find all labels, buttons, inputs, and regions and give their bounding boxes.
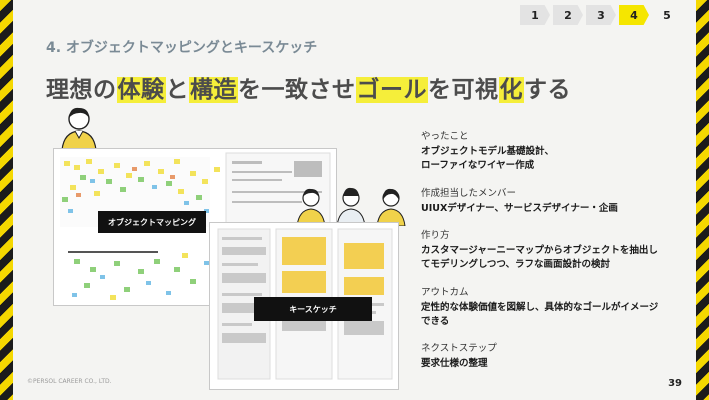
detail-label: 作成担当したメンバー: [421, 187, 517, 199]
object-mapping-label: オブジェクトマッピング: [98, 211, 206, 233]
detail-next-step: ネクストステップ 要求仕様の整理: [421, 340, 683, 371]
detail-label: やったこと: [421, 131, 469, 142]
detail-value: オブジェクトモデル基礎設計、 ローファイなワイヤー作成: [421, 145, 683, 173]
detail-method: 作り方 カスタマージャーニーマップからオブジェクトを抽出し てモデリングしつつ、…: [421, 227, 683, 272]
detail-line: UIUXデザイナー、サービスデザイナー・企画: [421, 202, 618, 214]
hazard-stripe-left: [0, 0, 13, 400]
headline-part: する: [524, 77, 571, 103]
detail-value: カスタマージャーニーマップからオブジェクトを抽出し てモデリングしつつ、ラフな画…: [421, 244, 683, 272]
section-title: 4. オブジェクトマッピングとキースケッチ: [46, 40, 318, 56]
headline-highlight: 構造: [189, 77, 238, 103]
detail-line: 要求仕様の整理: [421, 358, 488, 370]
detail-line: てモデリングしつつ、ラフな画面設計の検討: [421, 259, 611, 271]
detail-outcome: アウトカム 定性的な体験価値を図解し、具体的なゴールがイメージ できる: [421, 284, 683, 329]
headline: 理想の体験と構造を一致させゴールを可視化する: [46, 70, 571, 104]
step-3: 3: [586, 5, 616, 25]
step-2: 2: [553, 5, 583, 25]
team-illustration: [296, 187, 406, 226]
detail-line: カスタマージャーニーマップからオブジェクトを抽出し: [421, 245, 658, 257]
detail-line: オブジェクトモデル基礎設計、: [421, 146, 555, 157]
step-4-active: 4: [619, 5, 649, 25]
project-details: やったこと オブジェクトモデル基礎設計、 ローファイなワイヤー作成 作成担当した…: [421, 128, 683, 383]
detail-value: 要求仕様の整理: [421, 357, 683, 371]
headline-part: と: [165, 77, 189, 103]
slide: 1 2 3 4 5 4. オブジェクトマッピングとキースケッチ 理想の体験と構造…: [13, 0, 696, 400]
headline-highlight: 化: [498, 77, 524, 103]
detail-line: ローファイなワイヤー作成: [421, 159, 535, 171]
detail-value: 定性的な体験価値を図解し、具体的なゴールがイメージ できる: [421, 301, 683, 329]
headline-part: 理想の: [46, 77, 117, 103]
hazard-stripe-right: [696, 0, 709, 400]
progress-steps: 1 2 3 4 5: [517, 5, 682, 25]
headline-highlight: ゴール: [355, 77, 428, 103]
detail-label: ネクストステップ: [421, 343, 497, 355]
detail-line: できる: [421, 315, 450, 327]
detail-label: アウトカム: [421, 286, 469, 298]
detail-what-we-did: やったこと オブジェクトモデル基礎設計、 ローファイなワイヤー作成: [421, 128, 683, 173]
step-5: 5: [663, 8, 671, 22]
copyright: ©PERSOL CAREER CO., LTD.: [27, 378, 112, 385]
detail-members: 作成担当したメンバー UIUXデザイナー、サービスデザイナー・企画: [421, 185, 683, 216]
headline-part: を可視: [428, 77, 499, 103]
person-illustration: [61, 107, 97, 150]
key-sketch-image: キースケッチ: [209, 222, 399, 390]
detail-line: 定性的な体験価値を図解し、具体的なゴールがイメージ: [421, 301, 659, 313]
headline-highlight: 体験: [116, 77, 166, 103]
detail-label: 作り方: [421, 230, 450, 242]
page-number: 39: [668, 378, 682, 389]
detail-value: UIUXデザイナー、サービスデザイナー・企画: [421, 202, 683, 216]
headline-part: を一致させ: [238, 77, 356, 103]
step-1: 1: [520, 5, 550, 25]
key-sketch-label: キースケッチ: [254, 297, 372, 321]
